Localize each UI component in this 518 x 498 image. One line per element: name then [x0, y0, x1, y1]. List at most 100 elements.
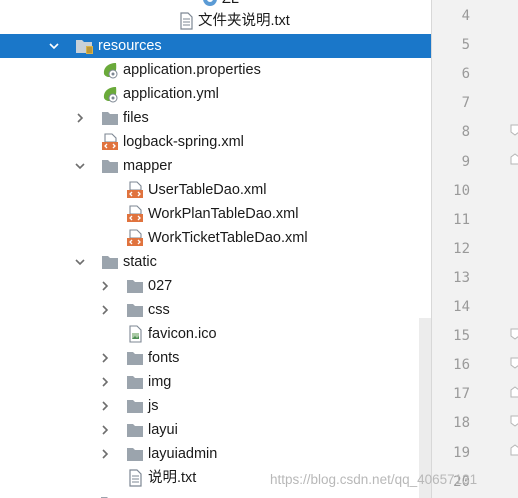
tree-item-folder-readme[interactable]: 文件夹说明.txt [0, 9, 431, 33]
tree-item-js[interactable]: js [0, 394, 431, 418]
line-number: 12 [453, 240, 470, 257]
project-tree-panel: ZL 文件夹说明.txt resources application.prope… [0, 0, 431, 498]
tree-item-label: mapper [123, 158, 173, 174]
watermark: https://blog.csdn.net/qq_40657131 [270, 472, 478, 487]
tree-item-label: 027 [148, 278, 173, 294]
chevron-down-icon[interactable] [74, 160, 86, 172]
line-number: 15 [453, 328, 470, 345]
tree-item-027[interactable]: 027 [0, 274, 431, 298]
tree-item-work-plan-table-dao[interactable]: WorkPlanTableDao.xml [0, 202, 431, 226]
folder-icon [126, 445, 144, 463]
package-icon [201, 0, 219, 8]
image-file-icon [126, 325, 144, 343]
folder-icon [101, 157, 119, 175]
editor-gutter: 4 5 6 7 8 9 10 11 12 13 14 15 16 17 18 19 20 [431, 0, 518, 498]
line-number: 11 [453, 211, 470, 228]
line-number: 4 [461, 8, 470, 24]
xml-file-icon [126, 205, 144, 223]
line-number: 19 [453, 444, 470, 461]
folder-icon [126, 373, 144, 391]
tree-item-label: 文件夹说明.txt [198, 13, 290, 29]
tree-item-label: files [123, 110, 149, 126]
spring-config-icon [101, 61, 119, 79]
tree-item-label: WorkTicketTableDao.xml [148, 230, 308, 246]
text-file-icon [126, 469, 144, 487]
xml-file-icon [126, 181, 144, 199]
chevron-right-icon[interactable] [99, 400, 111, 412]
tree-item-label: WorkPlanTableDao.xml [148, 206, 299, 222]
tree-item-css[interactable]: css [0, 298, 431, 322]
tree-item-label: img [148, 374, 172, 390]
line-number: 8 [461, 124, 470, 141]
line-number: 16 [453, 357, 470, 374]
chevron-down-icon[interactable] [48, 40, 60, 52]
fold-marker-icon[interactable] [510, 415, 518, 427]
tree-item-user-table-dao[interactable]: UserTableDao.xml [0, 178, 431, 202]
tree-item-label: js [148, 398, 159, 414]
tree-item-fonts[interactable]: fonts [0, 346, 431, 370]
folder-icon [101, 109, 119, 127]
tree-item-label: static [123, 254, 157, 270]
tree-item-resources[interactable]: resources [0, 34, 431, 58]
tree-item-label: application.properties [123, 62, 261, 78]
line-number: 7 [461, 95, 470, 112]
folder-icon [126, 301, 144, 319]
tree-item-img[interactable]: img [0, 370, 431, 394]
tree-item-label: ZL [222, 0, 239, 8]
tree-item-label: UserTableDao.xml [148, 182, 267, 198]
chevron-right-icon[interactable] [74, 112, 86, 124]
tree-item-label: css [148, 302, 170, 318]
folder-icon [126, 421, 144, 439]
fold-marker-icon[interactable] [510, 357, 518, 369]
tree-item-application-yml[interactable]: application.yml [0, 82, 431, 106]
chevron-right-icon[interactable] [99, 376, 111, 388]
tree-item-logback-spring[interactable]: logback-spring.xml [0, 130, 431, 154]
fold-marker-icon[interactable] [510, 386, 518, 398]
tree-item-label: layui [148, 422, 178, 438]
tree-item-static[interactable]: static [0, 250, 431, 274]
chevron-right-icon[interactable] [99, 352, 111, 364]
tree-item-label: logback-spring.xml [123, 134, 244, 150]
tree-item-label: resources [98, 38, 162, 54]
tree-item-layui[interactable]: layui [0, 418, 431, 442]
text-file-icon [177, 12, 195, 30]
chevron-right-icon[interactable] [99, 304, 111, 316]
tree-item-layuiadmin[interactable]: layuiadmin [0, 442, 431, 466]
line-number: 6 [461, 66, 470, 83]
line-number: 5 [461, 37, 470, 54]
resources-folder-icon [75, 37, 93, 55]
tree-item-mapper[interactable]: mapper [0, 154, 431, 178]
line-number: 18 [453, 415, 470, 432]
chevron-right-icon[interactable] [99, 424, 111, 436]
folder-icon [126, 349, 144, 367]
tree-item-label: layuiadmin [148, 446, 218, 462]
tree-item-label: application.yml [123, 86, 219, 102]
folder-icon [101, 253, 119, 271]
tree-item-work-ticket-table-dao[interactable]: WorkTicketTableDao.xml [0, 226, 431, 250]
folder-icon [126, 397, 144, 415]
line-number: 13 [453, 269, 470, 286]
tree-item-label: favicon.ico [148, 326, 217, 342]
line-number: 10 [453, 182, 470, 199]
tree-item-favicon[interactable]: favicon.ico [0, 322, 431, 346]
line-number: 17 [453, 386, 470, 403]
xml-file-icon [126, 229, 144, 247]
tree-item-files[interactable]: files [0, 106, 431, 130]
spring-config-icon [101, 85, 119, 103]
tree-item-label: 说明.txt [148, 470, 197, 486]
line-number: 14 [453, 299, 470, 315]
tree-scrollbar[interactable] [419, 318, 431, 498]
chevron-right-icon[interactable] [99, 448, 111, 460]
folder-icon [126, 277, 144, 295]
fold-marker-icon[interactable] [510, 124, 518, 136]
tree-item-partial-bottom[interactable] [100, 490, 190, 498]
line-number: 9 [461, 153, 470, 170]
chevron-right-icon[interactable] [99, 280, 111, 292]
fold-marker-icon[interactable] [510, 444, 518, 456]
fold-marker-icon[interactable] [510, 153, 518, 165]
tree-item-application-properties[interactable]: application.properties [0, 58, 431, 82]
xml-file-icon [101, 133, 119, 151]
fold-marker-icon[interactable] [510, 328, 518, 340]
tree-item-label: fonts [148, 350, 180, 366]
chevron-down-icon[interactable] [74, 256, 86, 268]
